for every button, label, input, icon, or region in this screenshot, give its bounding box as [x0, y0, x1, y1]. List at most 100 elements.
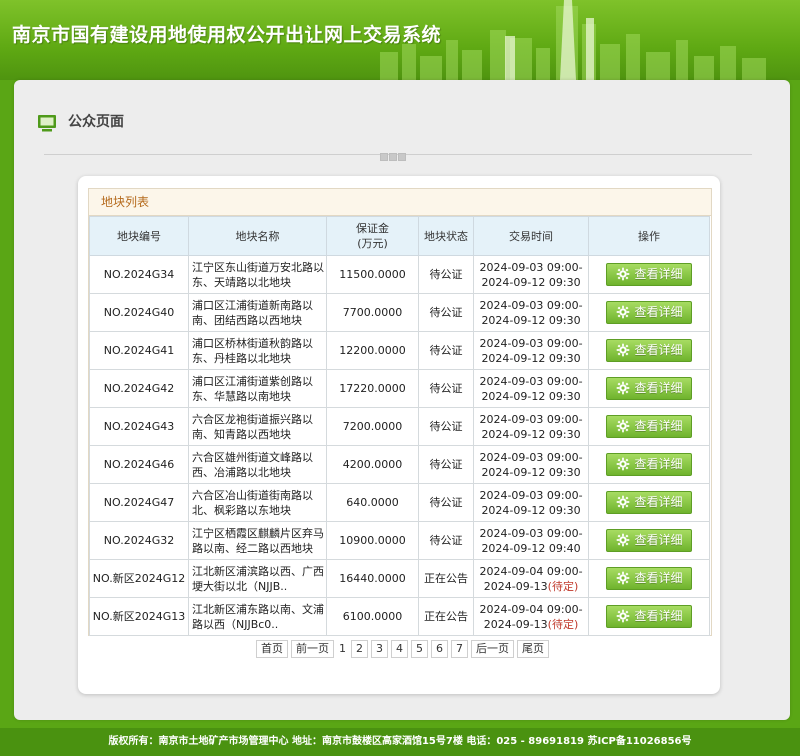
plot-name: 浦口区桥林街道秋韵路以东、丹桂路以北地块 — [188, 331, 327, 370]
view-detail-button[interactable]: 查看详细 — [606, 491, 692, 514]
trade-time: 2024-09-03 09:00- 2024-09-12 09:30 — [473, 483, 589, 522]
trade-time-end-line: 2024-09-12 09:30 — [476, 465, 586, 480]
view-detail-label: 查看详细 — [634, 419, 683, 433]
table-row: NO.2024G42 浦口区江浦街道紫创路以东、华慧路以南地块 17220.0000… — [89, 369, 710, 408]
plot-name: 六合区龙袍街道振兴路以南、知青路以西地块 — [188, 407, 327, 446]
action-cell: 查看详细 — [588, 597, 710, 636]
pager-page[interactable]: 7 — [451, 640, 468, 658]
table-row: NO.2024G47 六合区冶山街道街南路以北、枫彩路以东地块 640.0000 待公… — [89, 483, 710, 522]
trade-time-start: 2024-09-03 09:00- — [479, 450, 583, 464]
trade-time-end: 2024-09-12 09:30 — [481, 465, 581, 479]
view-detail-label: 查看详细 — [634, 267, 683, 281]
page-title: 公众页面 — [68, 114, 124, 130]
divider-handle — [380, 150, 408, 161]
plot-id: NO.2024G32 — [89, 521, 189, 560]
time-pending-note: (待定) — [547, 579, 579, 593]
pager-page[interactable]: 2 — [351, 640, 368, 658]
view-detail-button[interactable]: 查看详细 — [606, 339, 692, 362]
pagination: 首页 前一页 1 2 3 4 5 6 7 后一页 尾页 — [256, 640, 552, 658]
table-row: NO.2024G32 江宁区栖霞区麒麟片区弃马路以南、经二路以西地块 10900.0… — [89, 521, 710, 560]
plot-name: 六合区雄州街道文峰路以西、冶浦路以北地块 — [188, 445, 327, 484]
plot-deposit: 4200.0000 — [326, 445, 419, 484]
plot-status: 待公证 — [418, 255, 474, 294]
skyline-graphic — [380, 0, 766, 80]
view-detail-button[interactable]: 查看详细 — [606, 529, 692, 552]
view-detail-button[interactable]: 查看详细 — [606, 415, 692, 438]
trade-time-end: 2024-09-13 — [483, 579, 548, 593]
column-header-action: 操作 — [588, 216, 710, 256]
plot-deposit: 16440.0000 — [326, 559, 419, 598]
column-header-deposit: 保证金 (万元) — [326, 216, 419, 256]
table-row: NO.2024G41 浦口区桥林街道秋韵路以东、丹桂路以北地块 12200.0000… — [89, 331, 710, 370]
site-header: 南京市国有建设用地使用权公开出让网上交易系统 — [0, 0, 800, 80]
pager-prev[interactable]: 前一页 — [291, 640, 334, 658]
view-detail-button[interactable]: 查看详细 — [606, 453, 692, 476]
trade-time-start: 2024-09-03 09:00- — [479, 374, 583, 388]
view-detail-button[interactable]: 查看详细 — [606, 567, 692, 590]
trade-time-end: 2024-09-12 09:30 — [481, 275, 581, 289]
trade-time-end: 2024-09-12 09:40 — [481, 541, 581, 555]
plot-deposit: 640.0000 — [326, 483, 419, 522]
plot-deposit: 17220.0000 — [326, 369, 419, 408]
trade-time: 2024-09-03 09:00- 2024-09-12 09:30 — [473, 293, 589, 332]
trade-time-start: 2024-09-04 09:00- — [479, 602, 583, 616]
plot-deposit: 11500.0000 — [326, 255, 419, 294]
trade-time-end-line: 2024-09-12 09:30 — [476, 503, 586, 518]
site-footer: 版权所有：南京市土地矿产市场管理中心 地址：南京市鼓楼区高家酒馆15号7楼 电话… — [0, 728, 800, 756]
monitor-icon — [38, 115, 56, 132]
plot-list: 地块列表 地块编号 地块名称 保证金 (万元) 地块状态 交易时间 操作 NO.… — [88, 188, 712, 636]
view-detail-button[interactable]: 查看详细 — [606, 301, 692, 324]
pager-page[interactable]: 6 — [431, 640, 448, 658]
view-detail-button[interactable]: 查看详细 — [606, 377, 692, 400]
plot-deposit: 10900.0000 — [326, 521, 419, 560]
plot-id: NO.2024G40 — [89, 293, 189, 332]
trade-time-start: 2024-09-04 09:00- — [479, 564, 583, 578]
trade-time-start: 2024-09-03 09:00- — [479, 526, 583, 540]
trade-time: 2024-09-03 09:00- 2024-09-12 09:30 — [473, 331, 589, 370]
plot-name: 江北新区浦滨路以西、广西埂大街以北（NJJB.. — [188, 559, 327, 598]
pager-page[interactable]: 3 — [371, 640, 388, 658]
plot-deposit: 6100.0000 — [326, 597, 419, 636]
gear-icon — [617, 381, 630, 395]
trade-time: 2024-09-03 09:00- 2024-09-12 09:30 — [473, 255, 589, 294]
plot-name: 浦口区江浦街道紫创路以东、华慧路以南地块 — [188, 369, 327, 408]
trade-time-end: 2024-09-12 09:30 — [481, 427, 581, 441]
plot-status: 待公证 — [418, 483, 474, 522]
trade-time-end: 2024-09-12 09:30 — [481, 313, 581, 327]
plot-status: 待公证 — [418, 407, 474, 446]
column-header-time: 交易时间 — [473, 216, 589, 256]
plot-id: NO.2024G41 — [89, 331, 189, 370]
trade-time-start: 2024-09-03 09:00- — [479, 298, 583, 312]
pager-last[interactable]: 尾页 — [517, 640, 549, 658]
gear-icon — [617, 457, 630, 471]
column-header-id: 地块编号 — [89, 216, 189, 256]
view-detail-label: 查看详细 — [634, 305, 683, 319]
gear-icon — [617, 305, 630, 319]
trade-time: 2024-09-03 09:00- 2024-09-12 09:30 — [473, 369, 589, 408]
plot-deposit: 7700.0000 — [326, 293, 419, 332]
plot-id: NO.2024G43 — [89, 407, 189, 446]
plot-deposit: 7200.0000 — [326, 407, 419, 446]
trade-time-start: 2024-09-03 09:00- — [479, 412, 583, 426]
trade-time-end-line: 2024-09-13(待定) — [476, 579, 586, 594]
pager-page[interactable]: 4 — [391, 640, 408, 658]
plot-deposit: 12200.0000 — [326, 331, 419, 370]
trade-time: 2024-09-03 09:00- 2024-09-12 09:30 — [473, 445, 589, 484]
plot-id: NO.2024G34 — [89, 255, 189, 294]
pager-page[interactable]: 5 — [411, 640, 428, 658]
pager-first[interactable]: 首页 — [256, 640, 288, 658]
action-cell: 查看详细 — [588, 407, 710, 446]
plot-status: 待公证 — [418, 369, 474, 408]
view-detail-button[interactable]: 查看详细 — [606, 605, 692, 628]
time-pending-note: (待定) — [547, 617, 579, 631]
action-cell: 查看详细 — [588, 255, 710, 294]
view-detail-button[interactable]: 查看详细 — [606, 263, 692, 286]
view-detail-label: 查看详细 — [634, 533, 683, 547]
trade-time-end: 2024-09-13 — [483, 617, 548, 631]
pager-next[interactable]: 后一页 — [471, 640, 514, 658]
gear-icon — [617, 533, 630, 547]
plot-id: NO.2024G47 — [89, 483, 189, 522]
trade-time-end: 2024-09-12 09:30 — [481, 389, 581, 403]
view-detail-label: 查看详细 — [634, 381, 683, 395]
trade-time: 2024-09-03 09:00- 2024-09-12 09:40 — [473, 521, 589, 560]
